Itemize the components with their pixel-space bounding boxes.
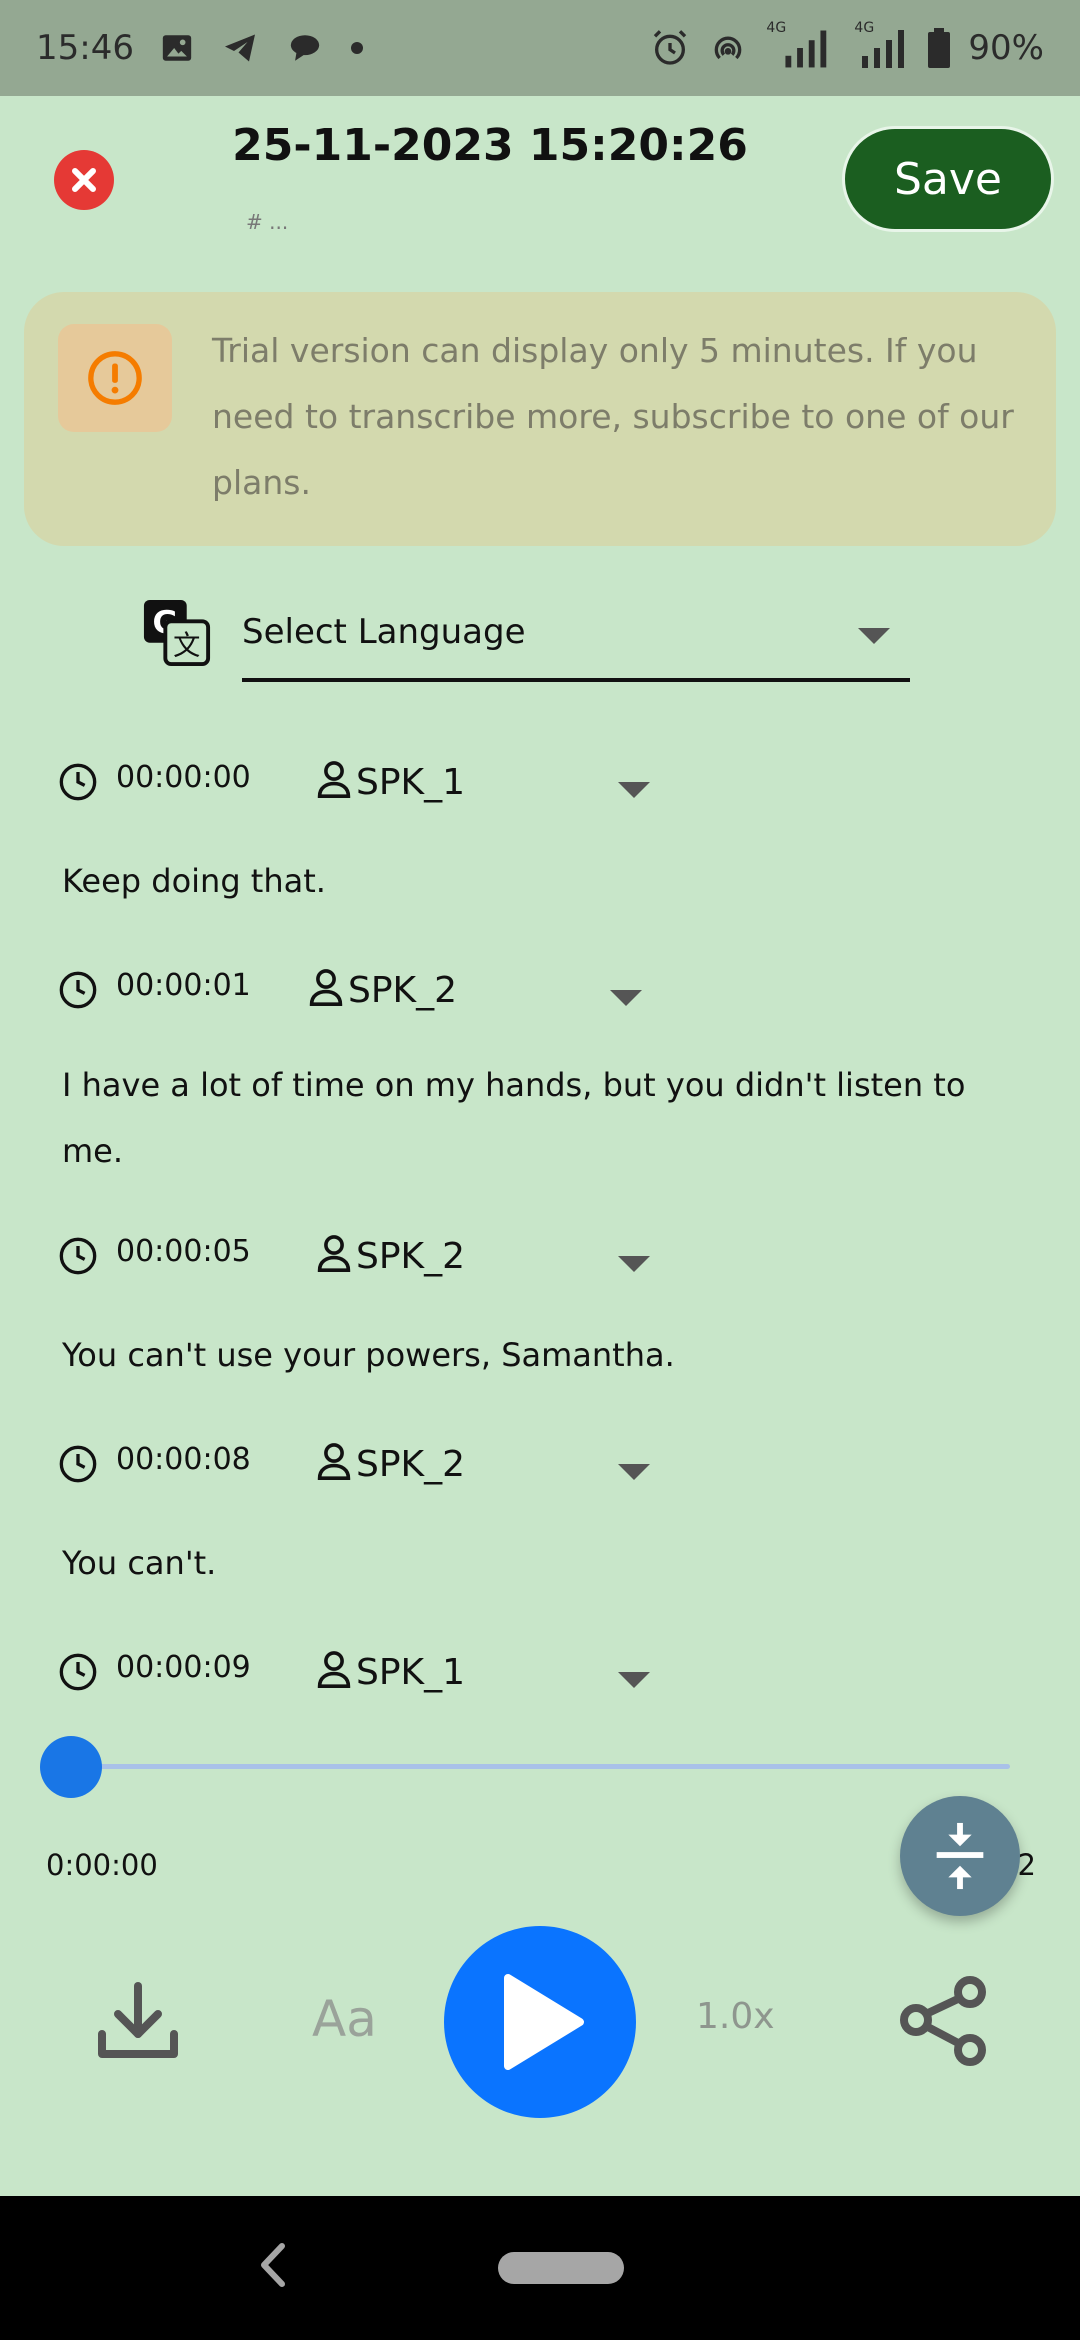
close-button[interactable] [54, 150, 114, 210]
clock-icon [59, 971, 97, 1009]
current-time: 0:00:00 [46, 1848, 158, 1882]
person-icon [309, 969, 343, 1006]
speaker-select[interactable]: SPK_2 [356, 1236, 465, 1277]
dot-icon [350, 41, 364, 55]
battery-icon [928, 28, 951, 68]
person-icon [317, 1443, 351, 1480]
segment-text[interactable]: You can't. [62, 1530, 1022, 1596]
translate-icon: G 文 [143, 599, 211, 667]
telegram-icon [220, 30, 260, 66]
tags-hint[interactable]: # ... [246, 210, 288, 234]
signal-icon-2: 4G [854, 20, 910, 68]
download-icon[interactable] [96, 1982, 180, 2062]
banner-icon-box [58, 324, 172, 432]
chevron-down-icon [858, 628, 890, 644]
clock-icon [59, 1445, 97, 1483]
segment-header: 00:00:01 SPK_2 [58, 966, 678, 1026]
seek-slider-thumb[interactable] [40, 1736, 102, 1798]
person-icon [317, 1235, 351, 1272]
segment-header: 00:00:09 SPK_1 [58, 1648, 678, 1708]
segment-time[interactable]: 00:00:09 [116, 1650, 251, 1685]
trial-banner: Trial version can display only 5 minutes… [24, 292, 1056, 546]
chevron-down-icon[interactable] [618, 1672, 650, 1688]
segment-time[interactable]: 00:00:05 [116, 1234, 251, 1269]
segment-time[interactable]: 00:00:08 [116, 1442, 251, 1477]
back-icon[interactable] [258, 2242, 286, 2288]
clock-icon [59, 1653, 97, 1691]
share-icon[interactable] [900, 1976, 988, 2066]
segment-header: 00:00:08 SPK_2 [58, 1440, 678, 1500]
segment-header: 00:00:05 SPK_2 [58, 1232, 678, 1292]
svg-text:文: 文 [173, 630, 200, 661]
warning-icon [88, 351, 142, 405]
speaker-select[interactable]: SPK_2 [348, 970, 457, 1011]
chevron-down-icon[interactable] [618, 1256, 650, 1272]
seek-slider-track[interactable] [70, 1764, 1010, 1769]
segment-text[interactable]: Keep doing that. [62, 848, 1022, 914]
chat-icon [286, 31, 324, 65]
language-select[interactable]: Select Language [242, 600, 910, 682]
segment-time[interactable]: 00:00:01 [116, 968, 251, 1003]
page-title[interactable]: 25-11-2023 15:20:26 [230, 120, 750, 171]
signal-icon: 4G [766, 20, 836, 68]
status-time: 15:46 [36, 28, 134, 68]
hotspot-icon [708, 28, 748, 68]
battery-percent: 90% [968, 28, 1044, 68]
font-size-button[interactable]: Aa [312, 1990, 377, 2048]
segment-time[interactable]: 00:00:00 [116, 760, 251, 795]
clock-icon [59, 763, 97, 801]
chevron-down-icon[interactable] [618, 1464, 650, 1480]
language-label: Select Language [242, 612, 526, 652]
save-button[interactable]: Save [842, 126, 1054, 232]
trial-message: Trial version can display only 5 minutes… [212, 331, 1014, 502]
home-pill[interactable] [498, 2252, 624, 2284]
segment-text[interactable]: You can't use your powers, Samantha. [62, 1322, 1022, 1388]
image-icon [160, 31, 194, 65]
segment-text[interactable]: I have a lot of time on my hands, but yo… [62, 1052, 1022, 1184]
clock-icon [59, 1237, 97, 1275]
status-bar: 15:46 4G 4G 90% [0, 0, 1080, 96]
person-icon [317, 1651, 351, 1688]
collapse-icon [936, 1822, 984, 1890]
speaker-select[interactable]: SPK_2 [356, 1444, 465, 1485]
alarm-icon [650, 28, 690, 68]
play-icon [504, 1974, 584, 2070]
chevron-down-icon[interactable] [610, 990, 642, 1006]
playback-speed-button[interactable]: 1.0x [696, 1996, 775, 2037]
play-button[interactable] [444, 1926, 636, 2118]
person-icon [317, 761, 351, 798]
close-icon [72, 168, 96, 192]
chevron-down-icon[interactable] [618, 782, 650, 798]
collapse-button[interactable] [900, 1796, 1020, 1916]
speaker-select[interactable]: SPK_1 [356, 762, 465, 803]
segment-header: 00:00:00 SPK_1 [58, 758, 678, 818]
speaker-select[interactable]: SPK_1 [356, 1652, 465, 1693]
